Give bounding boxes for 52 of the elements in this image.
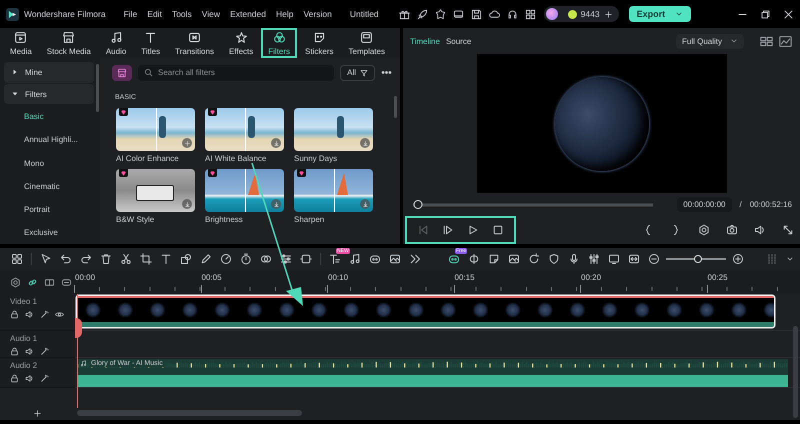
library-tab[interactable]: Effects [222, 28, 260, 58]
filter-name: AI Color Enhance [116, 154, 179, 163]
project-title: Untitled [350, 9, 379, 19]
menu-item[interactable]: Version [303, 9, 332, 19]
track-name: Audio 1 [10, 334, 38, 343]
time-label: 00:20 [581, 273, 602, 282]
track-name: Audio 2 [10, 361, 38, 370]
sidebar-item[interactable]: Cinematic [4, 175, 94, 198]
library-tab[interactable]: Stock Media [40, 28, 98, 58]
sidebar-group[interactable]: Mine [4, 62, 94, 83]
time-label: 00:10 [328, 273, 348, 282]
sidebar-item[interactable]: Portrait [4, 198, 94, 221]
menu-item[interactable]: File [124, 9, 138, 19]
preview-tab[interactable]: Source [446, 36, 472, 46]
sidebar-group[interactable]: Filters [4, 84, 94, 104]
sidebar-item[interactable]: Exclusive [4, 222, 94, 244]
preview-tab[interactable]: Timeline [410, 36, 440, 46]
search-field[interactable]: Search all filters [138, 64, 334, 80]
library-tab[interactable]: Titles [134, 28, 168, 58]
menu-item[interactable]: Edit [147, 9, 162, 19]
quality-dropdown[interactable]: Full Quality [676, 34, 744, 49]
sidebar-item[interactable]: Annual Highli... [4, 128, 94, 151]
library-tab[interactable]: Media [3, 28, 39, 58]
time-label: 00:15 [454, 273, 475, 282]
filter-name: Sunny Days [294, 154, 338, 163]
time-label: 00:25 [708, 273, 728, 282]
export-button[interactable]: Export [628, 6, 692, 22]
menu-item[interactable]: Help [276, 9, 294, 19]
menu-item[interactable]: Extended [230, 9, 266, 19]
library-tab[interactable]: Filters [261, 28, 298, 58]
filter-name: AI White Balance [205, 154, 266, 163]
filter-scope-dropdown[interactable]: All [340, 64, 375, 80]
sidebar-item[interactable]: Mono [4, 152, 94, 174]
total-duration: 00:00:52:16 [750, 200, 792, 210]
credits-count: 9443 [580, 9, 600, 19]
library-tab[interactable]: Audio [98, 28, 134, 58]
filter-name: Brightness [205, 215, 243, 224]
menu-item[interactable]: Tools [172, 9, 192, 19]
sidebar-item[interactable]: Basic [4, 105, 94, 128]
current-time: 00:00:00:00 [677, 197, 732, 212]
library-tab[interactable]: Templates [342, 28, 392, 58]
time-separator: / [740, 200, 742, 210]
track-name: Video 1 [10, 297, 38, 306]
library-tab[interactable]: Transitions [168, 28, 221, 58]
time-label: 00:00 [75, 273, 96, 282]
app-name: Wondershare Filmora [24, 9, 106, 19]
credits-pill[interactable]: 9443 [544, 6, 619, 22]
library-tab[interactable]: Stickers [298, 28, 340, 58]
menu-item[interactable]: View [202, 9, 220, 19]
filter-name: B&W Style [116, 215, 154, 224]
time-label: 00:05 [202, 273, 222, 282]
filter-name: Sharpen [294, 215, 324, 224]
